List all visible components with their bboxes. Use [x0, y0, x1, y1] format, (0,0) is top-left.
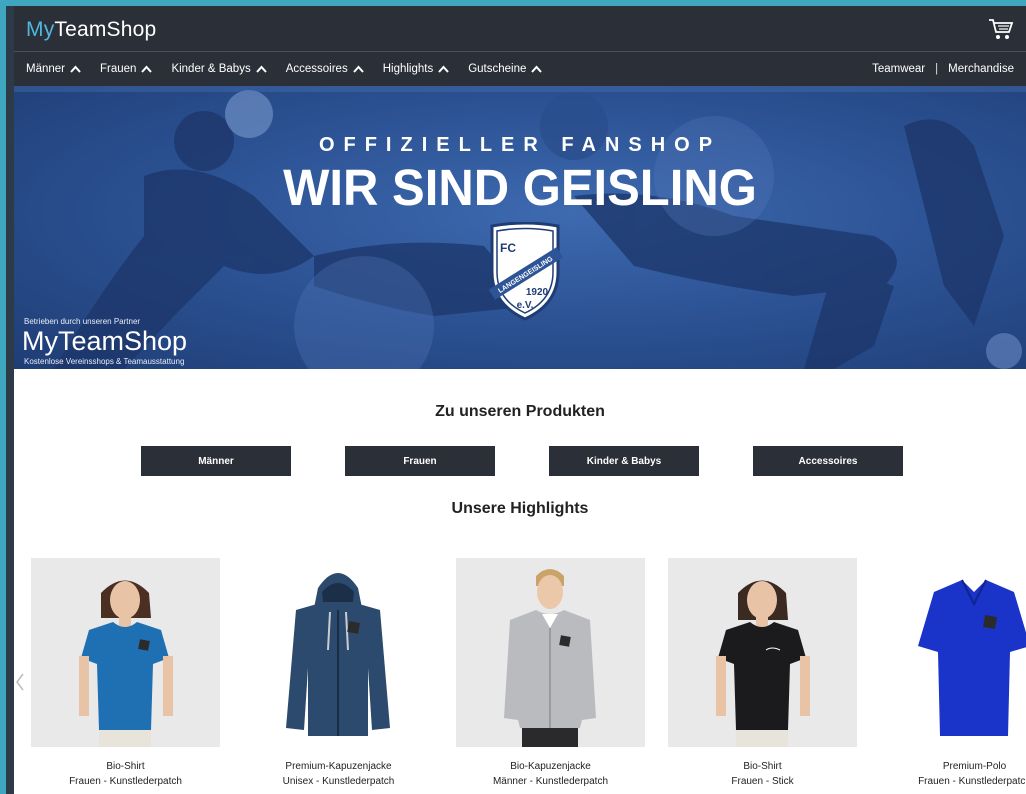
product-variant: Männer - Kunstlederpatch: [492, 776, 609, 787]
products-section-title: Zu unseren Produkten: [435, 403, 605, 420]
nav-link-merchandise[interactable]: Merchandise: [948, 63, 1014, 75]
banner-title: WIR SIND GEISLING: [283, 159, 757, 217]
product-card[interactable]: Bio-Kapuzenjacke Männer - Kunstlederpatc…: [456, 558, 645, 787]
chevron-up-icon: [255, 65, 267, 73]
category-button-kinder-babys[interactable]: Kinder & Babys: [549, 446, 699, 476]
product-card[interactable]: Premium-Polo Frauen - Kunstlederpatch: [880, 558, 1026, 787]
product-image[interactable]: [668, 558, 857, 747]
nav-label: Männer: [26, 63, 65, 75]
banner-subtitle: OFFIZIELLER FANSHOP: [318, 134, 722, 156]
main-nav: Männer Frauen Kinder & Babys Accessoires…: [14, 52, 1026, 86]
page: MyTeamShop Männer Frauen Kinder & Babys …: [14, 6, 1026, 794]
chevron-up-icon: [531, 65, 543, 73]
top-header: MyTeamShop: [14, 6, 1026, 52]
product-variant: Unisex - Kunstlederpatch: [282, 776, 395, 787]
chevron-up-icon: [70, 65, 81, 73]
hoodie-icon: [504, 569, 596, 747]
crest-ev: e.V.: [517, 300, 534, 311]
nav-item-frauen[interactable]: Frauen: [100, 63, 153, 75]
category-button-accessoires[interactable]: Accessoires: [753, 446, 903, 476]
product-image[interactable]: [880, 558, 1026, 747]
nav-item-maenner[interactable]: Männer: [26, 63, 81, 75]
carousel-prev-icon[interactable]: [14, 670, 26, 694]
partner-caption: Betrieben durch unseren Partner: [24, 317, 141, 326]
partner-tagline: Kostenlose Vereinsshops & Teamausstattun…: [24, 357, 185, 366]
tshirt-icon: [79, 580, 173, 747]
product-name: Bio-Shirt: [743, 761, 782, 772]
crest-fc: FC: [500, 241, 516, 255]
chevron-up-icon: [438, 65, 449, 73]
nav-item-accessoires[interactable]: Accessoires: [286, 63, 364, 75]
product-name: Premium-Kapuzenjacke: [285, 761, 392, 772]
highlights-section-title: Unsere Highlights: [451, 500, 589, 517]
category-button-frauen[interactable]: Frauen: [345, 446, 495, 476]
product-name: Premium-Polo: [942, 761, 1007, 772]
nav-separator: |: [935, 63, 939, 75]
product-variant: Frauen - Stick: [731, 776, 794, 787]
club-crest-icon: FC LANGENGEISLING 1920 e.V.: [488, 222, 563, 321]
tshirt-icon: [716, 580, 810, 747]
nav-label: Kinder & Babys: [171, 63, 251, 75]
nav-item-gutscheine[interactable]: Gutscheine: [468, 63, 543, 75]
shop-logo[interactable]: MyTeamShop: [26, 18, 156, 42]
product-card[interactable]: Bio-Shirt Frauen - Stick: [668, 558, 857, 787]
category-button-maenner[interactable]: Männer: [141, 446, 291, 476]
logo-teamshop: TeamShop: [54, 18, 157, 41]
logo-my: My: [26, 18, 55, 41]
product-image[interactable]: [244, 558, 433, 747]
nav-label: Frauen: [100, 63, 137, 75]
cart-icon[interactable]: [988, 17, 1014, 41]
nav-link-teamwear[interactable]: Teamwear: [872, 63, 925, 75]
chevron-up-icon: [141, 65, 153, 73]
product-variant: Frauen - Kunstlederpatch: [918, 776, 1026, 787]
polo-shirt-icon: [918, 579, 1026, 736]
nav-label: Accessoires: [285, 63, 348, 75]
product-name: Bio-Kapuzenjacke: [510, 761, 591, 772]
product-card[interactable]: Bio-Shirt Frauen - Kunstlederpatch: [31, 558, 220, 787]
product-image[interactable]: [456, 558, 645, 747]
chevron-up-icon: [352, 65, 364, 73]
nav-item-kinder-babys[interactable]: Kinder & Babys: [171, 63, 267, 75]
nav-item-highlights[interactable]: Highlights: [383, 63, 450, 75]
nav-label: Highlights: [382, 63, 434, 75]
product-name: Bio-Shirt: [106, 761, 145, 772]
partner-logo: MyTeamShop: [22, 326, 188, 356]
hero-banner: OFFIZIELLER FANSHOP WIR SIND GEISLING FC…: [14, 86, 1026, 369]
nav-label: Gutscheine: [468, 63, 527, 75]
product-variant: Frauen - Kunstlederpatch: [69, 776, 182, 787]
crest-year: 1920: [526, 287, 549, 298]
hoodie-icon: [286, 573, 390, 736]
product-image[interactable]: [31, 558, 220, 747]
product-card[interactable]: Premium-Kapuzenjacke Unisex - Kunstleder…: [244, 558, 433, 787]
